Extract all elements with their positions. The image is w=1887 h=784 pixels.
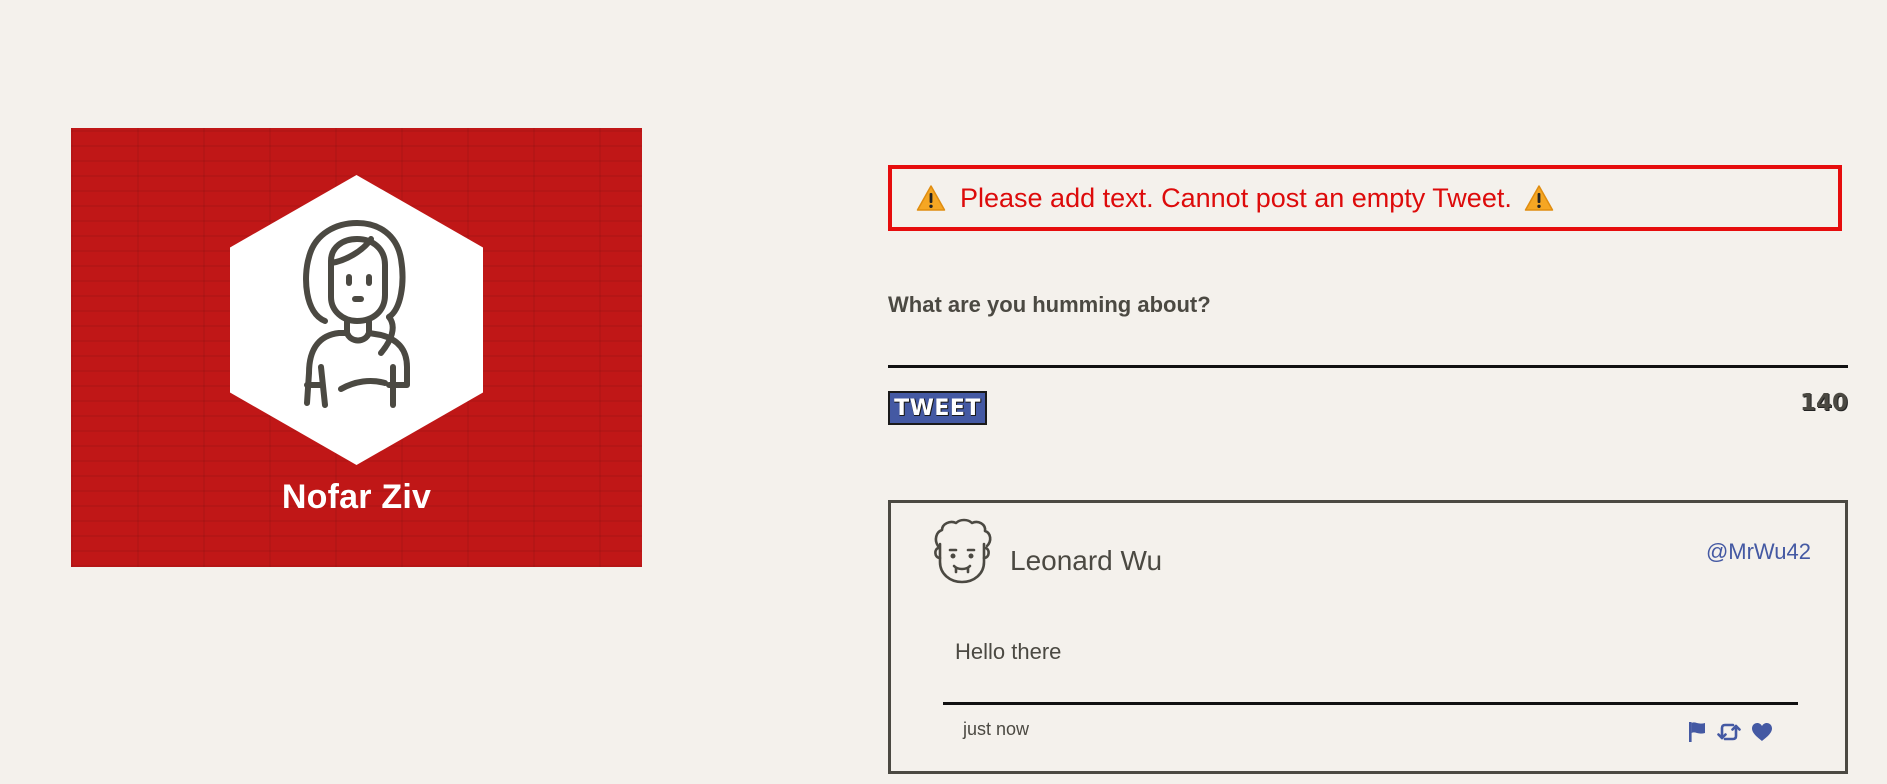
warning-icon bbox=[916, 184, 946, 212]
tweet-input[interactable] bbox=[888, 322, 1848, 368]
man-avatar-icon bbox=[930, 518, 994, 589]
retweet-icon[interactable] bbox=[1717, 722, 1741, 742]
avatar-hexagon bbox=[230, 175, 483, 465]
tweet-card: Leonard Wu @MrWu42 Hello there just now bbox=[888, 500, 1848, 774]
tweet-timestamp: just now bbox=[963, 719, 1030, 739]
tweet-author-handle[interactable]: @MrWu42 bbox=[1706, 539, 1811, 565]
profile-name: Nofar Ziv bbox=[281, 478, 432, 516]
tweet-button[interactable]: TWEET bbox=[888, 391, 987, 425]
tweet-actions bbox=[1687, 721, 1773, 743]
tweet-divider bbox=[943, 702, 1798, 705]
tweet-text: Hello there bbox=[955, 639, 1062, 664]
tweet-author-name: Leonard Wu bbox=[1010, 545, 1163, 576]
flag-icon[interactable] bbox=[1687, 721, 1707, 743]
profile-card: Nofar Ziv bbox=[71, 128, 642, 567]
character-count: 140 bbox=[1799, 390, 1848, 416]
heart-icon[interactable] bbox=[1751, 722, 1773, 742]
woman-avatar-icon bbox=[303, 220, 410, 408]
warning-icon bbox=[1524, 184, 1554, 212]
page: Nofar Ziv Please add text. Cannot post a… bbox=[0, 0, 1887, 784]
error-message: Please add text. Cannot post an empty Tw… bbox=[960, 182, 1512, 213]
compose-label: What are you humming about? bbox=[888, 292, 1211, 317]
error-banner: Please add text. Cannot post an empty Tw… bbox=[888, 165, 1842, 231]
